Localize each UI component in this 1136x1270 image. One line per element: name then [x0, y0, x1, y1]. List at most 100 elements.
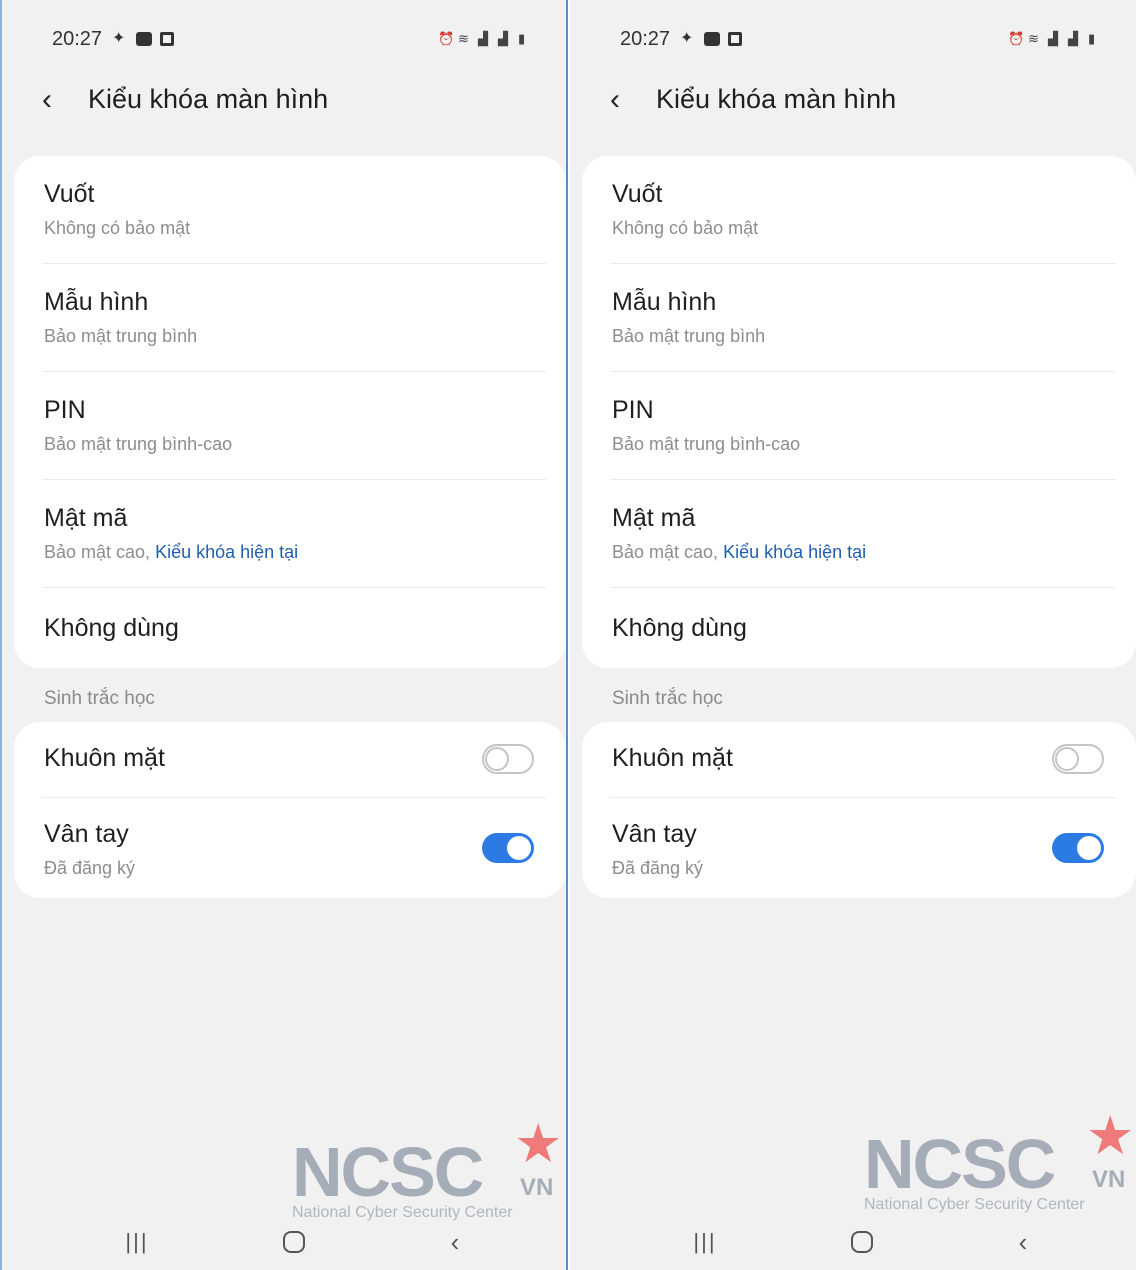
- status-time: 20:27: [52, 28, 103, 50]
- watermark-logo: NCSC: [864, 1125, 1056, 1203]
- lock-type-card: Vuốt Không có bảo mật Mẫu hình Bảo mật t…: [14, 156, 566, 668]
- back-arrow-icon[interactable]: ‹: [42, 82, 72, 118]
- alarm-icon: ⏰: [438, 31, 455, 46]
- toggle-knob: [1077, 836, 1101, 860]
- option-title: Mật mã: [44, 504, 128, 532]
- option-title: Không dùng: [44, 614, 179, 642]
- watermark-tagline: National Cyber Security Center: [292, 1204, 513, 1221]
- biometrics-card: Khuôn mặt Vân tay Đã đăng ký: [14, 722, 566, 898]
- face-toggle[interactable]: [482, 744, 534, 774]
- system-icons: ⏰ ≋ ▟ ▟ ▮: [438, 32, 532, 46]
- option-subtitle: Đã đăng ký: [612, 858, 704, 878]
- home-button[interactable]: [277, 1225, 311, 1259]
- option-subtitle: Không có bảo mật: [612, 218, 759, 238]
- lock-option-password[interactable]: Mật mã Bảo mật cao, Kiểu khóa hiện tại: [42, 480, 546, 588]
- signal-2-icon: ▟: [498, 31, 508, 46]
- navigation-bar: ||| ‹: [570, 1225, 1136, 1259]
- watermark-logo: NCSC: [292, 1133, 484, 1211]
- option-title: Khuôn mặt: [612, 744, 733, 772]
- ncsc-watermark: NCSC ★ VN National Cyber Security Center: [864, 1106, 1134, 1222]
- option-subtitle: Không có bảo mật: [44, 218, 191, 238]
- nav-back-button[interactable]: ‹: [1006, 1225, 1040, 1259]
- option-title: Vân tay: [44, 820, 129, 848]
- option-subtitle: Bảo mật trung bình-cao: [612, 434, 801, 454]
- option-title: Vuốt: [44, 180, 95, 208]
- watermark-suffix: VN: [520, 1174, 554, 1201]
- toggle-knob: [485, 747, 509, 771]
- navigation-bar: ||| ‹: [2, 1225, 566, 1259]
- option-subtitle: Bảo mật cao, Kiểu khóa hiện tại: [612, 542, 866, 563]
- checkbox-notification-icon: [160, 32, 174, 46]
- current-lock-label: Kiểu khóa hiện tại: [155, 542, 299, 562]
- section-label-biometrics: Sinh trắc học: [612, 688, 723, 709]
- status-bar: 20:27 ✦ ⏰ ≋ ▟ ▟ ▮: [570, 28, 1136, 58]
- system-icons: ⏰ ≋ ▟ ▟ ▮: [1008, 32, 1102, 46]
- message-icon: [704, 32, 720, 46]
- watermark-suffix: VN: [1092, 1166, 1126, 1193]
- subtitle-text: Bảo mật cao,: [612, 542, 719, 562]
- lock-option-password[interactable]: Mật mã Bảo mật cao, Kiểu khóa hiện tại: [610, 480, 1116, 588]
- fingerprint-toggle[interactable]: [1052, 833, 1104, 863]
- alarm-icon: ⏰: [1008, 31, 1025, 46]
- biometric-face[interactable]: Khuôn mặt: [610, 722, 1116, 798]
- option-title: Mật mã: [612, 504, 696, 532]
- home-icon: [283, 1231, 305, 1253]
- phone-screen-right: 20:27 ✦ ⏰ ≋ ▟ ▟ ▮ ‹ Kiểu khóa màn hình V…: [570, 0, 1136, 1270]
- option-subtitle: Bảo mật trung bình: [44, 326, 198, 346]
- back-arrow-icon[interactable]: ‹: [610, 82, 640, 118]
- lock-option-swipe[interactable]: Vuốt Không có bảo mật: [42, 156, 546, 264]
- battery-icon: ▮: [518, 31, 526, 46]
- page-title: Kiểu khóa màn hình: [88, 84, 329, 114]
- fingerprint-toggle[interactable]: [482, 833, 534, 863]
- option-title: PIN: [612, 396, 654, 424]
- lock-option-pattern[interactable]: Mẫu hình Bảo mật trung bình: [42, 264, 546, 372]
- current-lock-label: Kiểu khóa hiện tại: [723, 542, 867, 562]
- notification-icons: ✦: [680, 31, 742, 47]
- wifi-icon: ≋: [1028, 31, 1039, 46]
- message-icon: [136, 32, 152, 46]
- option-subtitle: Đã đăng ký: [44, 858, 136, 878]
- lock-option-none[interactable]: Không dùng: [610, 588, 1116, 668]
- home-button[interactable]: [845, 1225, 879, 1259]
- option-title: Vuốt: [612, 180, 663, 208]
- option-title: Khuôn mặt: [44, 744, 165, 772]
- phone-screen-left: 20:27 ✦ ⏰ ≋ ▟ ▟ ▮ ‹ Kiểu khóa màn hình V…: [0, 0, 566, 1270]
- lock-option-swipe[interactable]: Vuốt Không có bảo mật: [610, 156, 1116, 264]
- page-title: Kiểu khóa màn hình: [656, 84, 897, 114]
- option-title: PIN: [44, 396, 86, 424]
- biometric-face[interactable]: Khuôn mặt: [42, 722, 546, 798]
- signal-icon: ▟: [1048, 31, 1058, 46]
- biometrics-card: Khuôn mặt Vân tay Đã đăng ký: [582, 722, 1136, 898]
- biometric-fingerprint[interactable]: Vân tay Đã đăng ký: [42, 798, 546, 898]
- face-toggle[interactable]: [1052, 744, 1104, 774]
- lock-type-card: Vuốt Không có bảo mật Mẫu hình Bảo mật t…: [582, 156, 1136, 668]
- star-icon: ★: [514, 1114, 563, 1174]
- lock-option-pin[interactable]: PIN Bảo mật trung bình-cao: [610, 372, 1116, 480]
- signal-icon: ▟: [478, 31, 488, 46]
- option-title: Không dùng: [612, 614, 747, 642]
- status-bar: 20:27 ✦ ⏰ ≋ ▟ ▟ ▮: [2, 28, 566, 58]
- lock-option-pin[interactable]: PIN Bảo mật trung bình-cao: [42, 372, 546, 480]
- lock-option-pattern[interactable]: Mẫu hình Bảo mật trung bình: [610, 264, 1116, 372]
- toggle-knob: [1055, 747, 1079, 771]
- option-subtitle: Bảo mật cao, Kiểu khóa hiện tại: [44, 542, 298, 563]
- wifi-icon: ≋: [458, 31, 469, 46]
- watermark-tagline: National Cyber Security Center: [864, 1196, 1085, 1213]
- header: ‹ Kiểu khóa màn hình: [570, 80, 1136, 124]
- checkbox-notification-icon: [728, 32, 742, 46]
- ncsc-watermark: NCSC ★ VN National Cyber Security Center: [292, 1114, 562, 1230]
- pin-icon: ✦: [112, 30, 126, 47]
- star-icon: ★: [1086, 1106, 1135, 1166]
- section-label-biometrics: Sinh trắc học: [44, 688, 155, 709]
- subtitle-text: Bảo mật cao,: [44, 542, 151, 562]
- recents-button[interactable]: |||: [117, 1225, 157, 1259]
- lock-option-none[interactable]: Không dùng: [42, 588, 546, 668]
- header: ‹ Kiểu khóa màn hình: [2, 80, 566, 124]
- recents-button[interactable]: |||: [685, 1225, 725, 1259]
- biometric-fingerprint[interactable]: Vân tay Đã đăng ký: [610, 798, 1116, 898]
- nav-back-button[interactable]: ‹: [438, 1225, 472, 1259]
- status-time: 20:27: [620, 28, 671, 50]
- signal-2-icon: ▟: [1068, 31, 1078, 46]
- option-subtitle: Bảo mật trung bình: [612, 326, 766, 346]
- battery-icon: ▮: [1088, 31, 1096, 46]
